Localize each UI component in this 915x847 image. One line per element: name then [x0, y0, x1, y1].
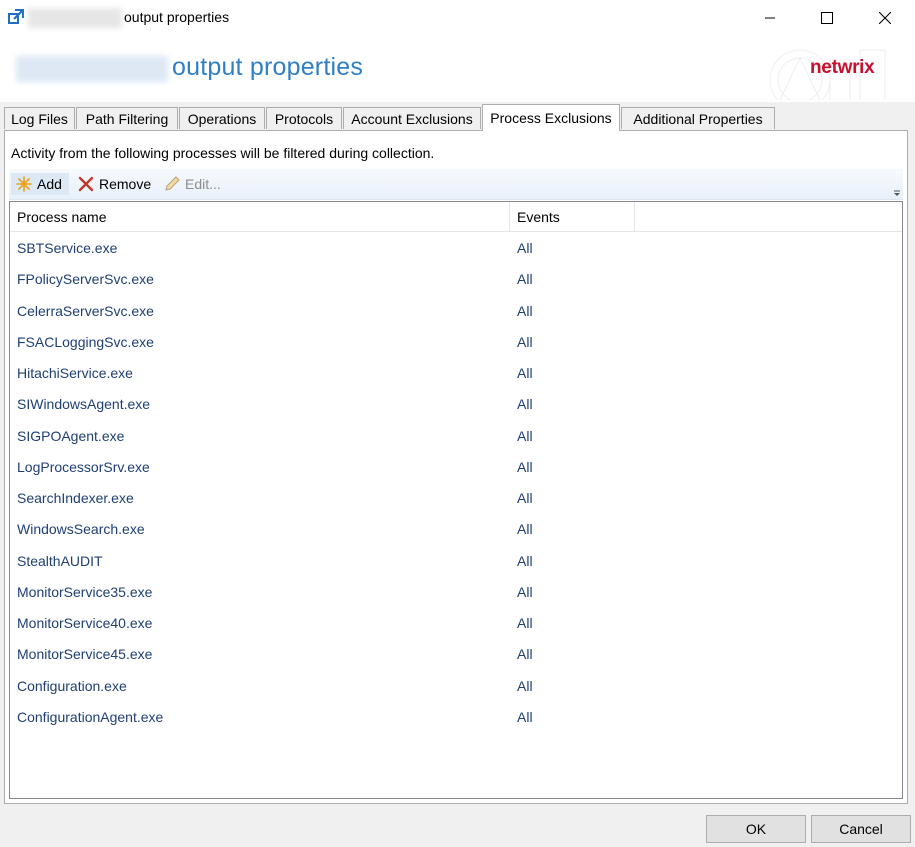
table-row[interactable]: CelerraServerSvc.exe All — [10, 296, 902, 327]
column-header-events[interactable]: Events — [510, 202, 635, 232]
process-list[interactable]: Process name Events SBTService.exe All FPo… — [9, 201, 903, 799]
cancel-button[interactable]: Cancel — [811, 815, 911, 843]
table-row[interactable]: FPolicyServerSvc.exe All — [10, 264, 902, 295]
events-cell: All — [517, 240, 533, 256]
remove-button[interactable]: Remove — [73, 173, 151, 195]
maximize-button[interactable] — [798, 0, 856, 36]
close-button[interactable] — [856, 0, 914, 36]
events-cell: All — [517, 490, 533, 506]
events-cell: All — [517, 677, 533, 694]
events-cell: All — [517, 552, 533, 569]
table-row[interactable]: HitachiService.exe All — [10, 358, 902, 389]
redacted-banner-name — [16, 56, 168, 82]
events-cell: All — [517, 333, 533, 350]
edit-label: Edit... — [185, 176, 221, 192]
toolbar-overflow-icon[interactable] — [893, 189, 901, 197]
add-label: Add — [37, 176, 62, 192]
process-name-cell: LogProcessorSrv.exe — [17, 458, 150, 475]
tab-operations[interactable]: Operations — [179, 107, 265, 129]
table-row[interactable]: MonitorService45.exe All — [10, 639, 902, 670]
table-row[interactable]: SIWindowsAgent.exe All — [10, 389, 902, 420]
tab-account-exclusions[interactable]: Account Exclusions — [343, 107, 481, 129]
tab-protocols[interactable]: Protocols — [266, 107, 342, 129]
title-bar: output properties — [0, 0, 915, 36]
table-row[interactable]: WindowsSearch.exe All — [10, 514, 902, 545]
tab-process-exclusions[interactable]: Process Exclusions — [482, 104, 620, 131]
banner-title: output properties — [172, 53, 364, 81]
process-name-cell: SIGPOAgent.exe — [17, 427, 125, 444]
process-name-cell: Configuration.exe — [17, 677, 127, 694]
events-cell: All — [517, 427, 533, 444]
add-icon — [16, 176, 32, 192]
table-row[interactable]: MonitorService40.exe All — [10, 608, 902, 639]
process-name-cell: SearchIndexer.exe — [17, 490, 134, 506]
events-cell: All — [517, 458, 533, 475]
process-name-cell: MonitorService35.exe — [17, 583, 153, 600]
minimize-button[interactable] — [741, 0, 799, 36]
remove-icon — [78, 176, 94, 192]
maximize-icon — [821, 12, 833, 24]
events-cell: All — [517, 521, 533, 538]
ok-button[interactable]: OK — [706, 815, 806, 843]
column-header-filler — [635, 202, 902, 232]
process-name-cell: SBTService.exe — [17, 240, 118, 256]
events-cell: All — [517, 271, 533, 288]
tab-path-filtering[interactable]: Path Filtering — [76, 107, 178, 129]
events-cell: All — [517, 708, 533, 725]
process-name-cell: WindowsSearch.exe — [17, 521, 145, 538]
events-cell: All — [517, 365, 533, 381]
table-row[interactable]: Configuration.exe All — [10, 671, 902, 702]
events-cell: All — [517, 396, 533, 413]
add-button[interactable]: Add — [11, 173, 69, 195]
process-name-cell: HitachiService.exe — [17, 365, 133, 381]
events-cell: All — [517, 583, 533, 600]
minimize-icon — [765, 17, 775, 19]
process-name-cell: CelerraServerSvc.exe — [17, 302, 154, 319]
process-name-cell: FSACLoggingSvc.exe — [17, 333, 154, 350]
table-row[interactable]: SIGPOAgent.exe All — [10, 421, 902, 452]
table-row[interactable]: LogProcessorSrv.exe All — [10, 452, 902, 483]
redacted-name — [28, 8, 122, 28]
process-name-cell: StealthAUDIT — [17, 552, 103, 569]
tab-log-files[interactable]: Log Files — [4, 107, 75, 129]
events-cell: All — [517, 302, 533, 319]
pencil-icon — [165, 176, 180, 191]
remove-label: Remove — [99, 176, 152, 192]
table-row[interactable]: ConfigurationAgent.exe All — [10, 702, 902, 733]
table-row[interactable]: FSACLoggingSvc.exe All — [10, 327, 902, 358]
table-row[interactable]: StealthAUDIT All — [10, 546, 902, 577]
toolbar: Add Remove Edit... — [9, 169, 903, 200]
tab-additional-properties[interactable]: Additional Properties — [621, 107, 775, 129]
process-exclusions-panel: Activity from the following processes wi… — [4, 130, 908, 804]
process-name-cell: FPolicyServerSvc.exe — [17, 271, 154, 288]
window-title: output properties — [124, 9, 230, 25]
table-row[interactable]: MonitorService35.exe All — [10, 577, 902, 608]
edit-button[interactable]: Edit... — [159, 173, 221, 195]
close-icon — [879, 12, 891, 24]
netwrix-logo: netwrix — [810, 57, 875, 78]
app-icon — [8, 9, 24, 24]
process-name-cell: SIWindowsAgent.exe — [17, 396, 151, 413]
table-row[interactable]: SearchIndexer.exe All — [10, 483, 902, 514]
process-name-cell: ConfigurationAgent.exe — [17, 708, 164, 725]
column-header-process-name[interactable]: Process name — [10, 202, 510, 232]
process-name-cell: MonitorService40.exe — [17, 615, 153, 631]
process-name-cell: MonitorService45.exe — [17, 646, 153, 663]
header-banner: output properties netwrix — [0, 36, 915, 102]
events-cell: All — [517, 615, 533, 631]
panel-description: Activity from the following processes wi… — [11, 145, 435, 161]
table-row[interactable]: SBTService.exe All — [10, 233, 902, 264]
events-cell: All — [517, 646, 533, 663]
